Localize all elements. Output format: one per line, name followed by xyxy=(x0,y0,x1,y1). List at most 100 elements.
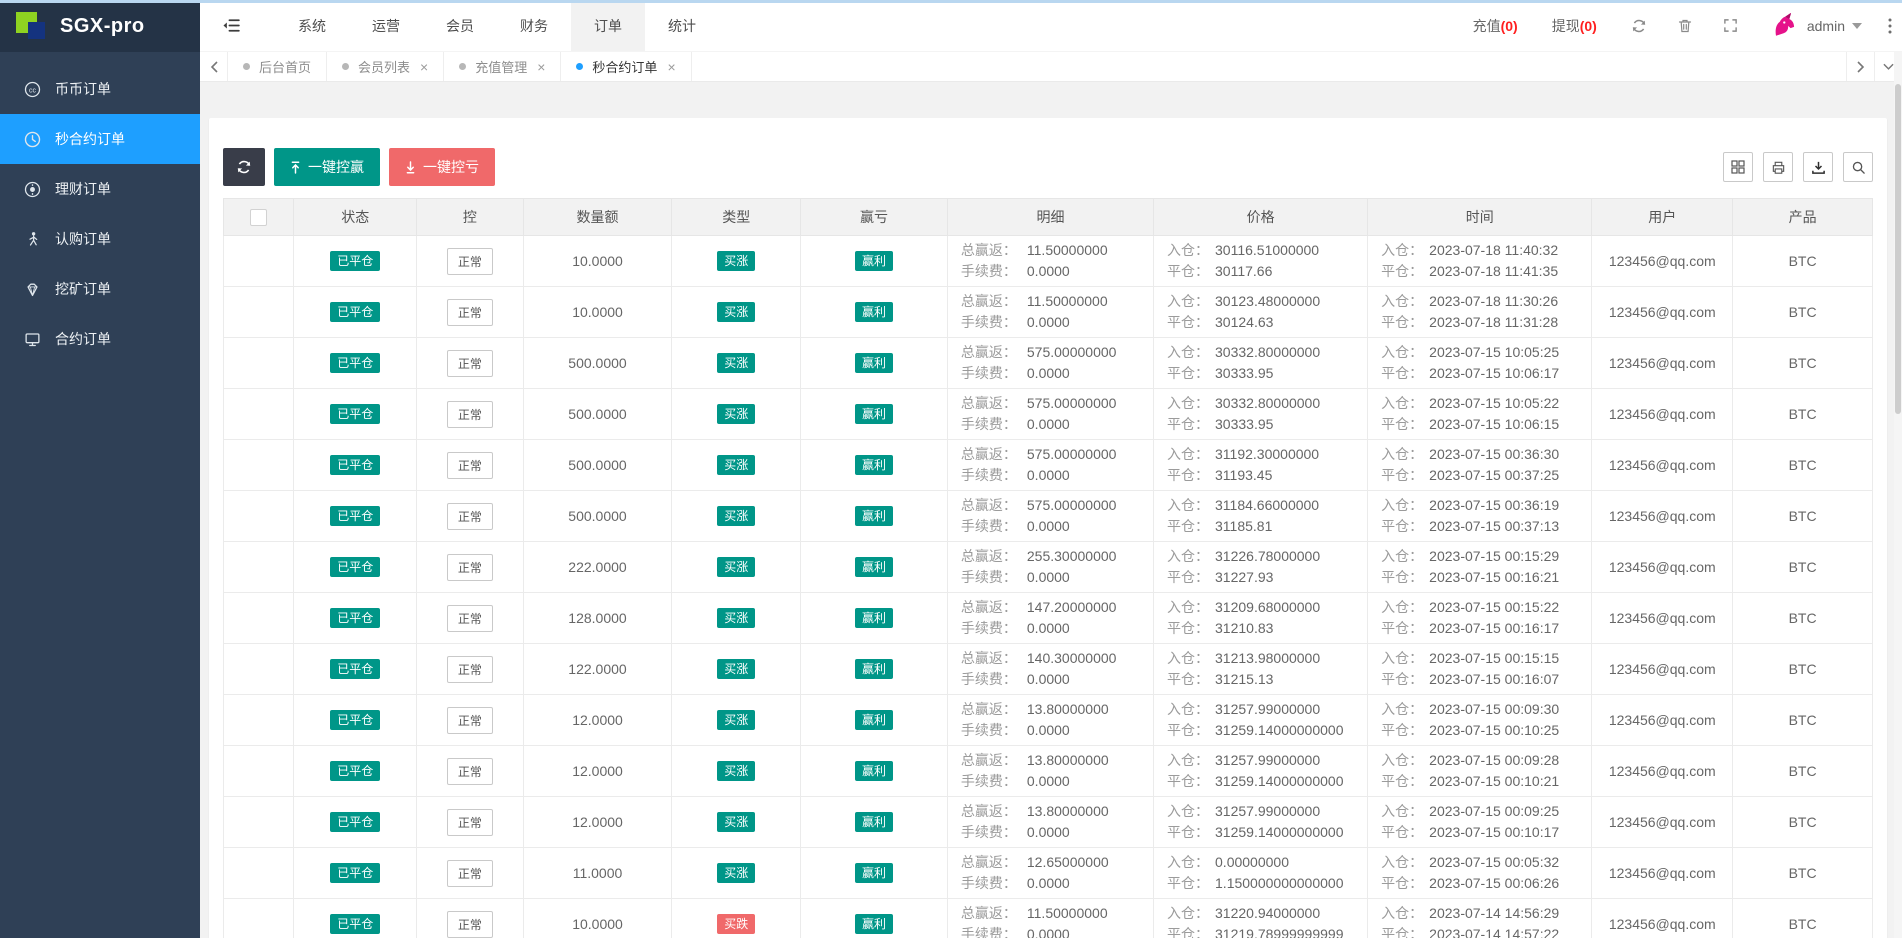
avatar[interactable] xyxy=(1768,11,1798,41)
control-button[interactable]: 正常 xyxy=(447,503,493,530)
control-button[interactable]: 正常 xyxy=(447,605,493,632)
status-cell: 已平仓 xyxy=(294,287,417,338)
col-header-checkbox xyxy=(224,199,294,236)
withdraw-link[interactable]: 提现(0) xyxy=(1552,16,1597,36)
topnav-item-finance[interactable]: 财务 xyxy=(497,0,571,51)
status-badge: 已平仓 xyxy=(330,455,380,475)
status-cell: 已平仓 xyxy=(294,542,417,593)
tab-member-list[interactable]: 会员列表× xyxy=(327,52,444,81)
monitor-icon xyxy=(24,331,41,348)
sidebar-item-label: 秒合约订单 xyxy=(55,129,125,149)
tabs-scroll-left-icon[interactable] xyxy=(200,52,228,81)
detail-cell: 总赢返：13.80000000手续费：0.0000 xyxy=(947,797,1153,848)
control-button[interactable]: 正常 xyxy=(447,248,493,275)
tab-close-icon[interactable]: × xyxy=(420,60,428,74)
row-select-cell xyxy=(224,848,294,899)
control-button[interactable]: 正常 xyxy=(447,452,493,479)
control-button[interactable]: 正常 xyxy=(447,707,493,734)
scrollbar-thumb[interactable] xyxy=(1895,84,1901,414)
tabs-scroll-right-icon[interactable] xyxy=(1846,52,1874,81)
sidebar-item-second-contract-order[interactable]: 秒合约订单 xyxy=(0,114,200,164)
topnav-item-stat[interactable]: 统计 xyxy=(645,0,719,51)
tab-status-dot xyxy=(576,63,583,70)
detail-cell: 总赢返：255.30000000手续费：0.0000 xyxy=(947,542,1153,593)
type-cell: 买涨 xyxy=(672,542,801,593)
tab-label: 秒合约订单 xyxy=(592,57,657,76)
topnav-item-system[interactable]: 系统 xyxy=(275,0,349,51)
type-badge: 买涨 xyxy=(717,404,755,424)
time-cell: 入仓：2023-07-18 11:40:32平仓：2023-07-18 11:4… xyxy=(1368,236,1592,287)
control-button[interactable]: 正常 xyxy=(447,401,493,428)
control-button[interactable]: 正常 xyxy=(447,809,493,836)
product-cell: BTC xyxy=(1733,695,1873,746)
trash-icon[interactable] xyxy=(1677,18,1693,34)
user-cell: 123456@qq.com xyxy=(1592,338,1733,389)
status-cell: 已平仓 xyxy=(294,695,417,746)
status-cell: 已平仓 xyxy=(294,848,417,899)
product-cell: BTC xyxy=(1733,797,1873,848)
tab-label: 后台首页 xyxy=(259,57,311,76)
control-button[interactable]: 正常 xyxy=(447,350,493,377)
page-scrollbar[interactable] xyxy=(1894,52,1902,938)
control-button[interactable]: 正常 xyxy=(447,299,493,326)
status-cell: 已平仓 xyxy=(294,338,417,389)
control-button[interactable]: 正常 xyxy=(447,656,493,683)
refresh-table-button[interactable] xyxy=(223,148,265,186)
select-all-checkbox[interactable] xyxy=(250,209,267,226)
sidebar-item-subscribe-order[interactable]: 认购订单 xyxy=(0,214,200,264)
admin-menu[interactable]: admin xyxy=(1807,18,1862,34)
sidebar: SGX-pro cc币币订单秒合约订单理财订单认购订单挖矿订单合约订单 xyxy=(0,0,200,938)
control-button[interactable]: 正常 xyxy=(447,758,493,785)
filter-columns-button[interactable] xyxy=(1723,152,1753,182)
control-button[interactable]: 正常 xyxy=(447,554,493,581)
caret-down-icon xyxy=(1852,23,1862,29)
refresh-icon[interactable] xyxy=(1631,18,1647,34)
sidebar-item-finance-order[interactable]: 理财订单 xyxy=(0,164,200,214)
product-cell: BTC xyxy=(1733,338,1873,389)
user-cell: 123456@qq.com xyxy=(1592,287,1733,338)
more-vertical-icon[interactable] xyxy=(1888,18,1892,34)
control-cell: 正常 xyxy=(417,848,524,899)
user-cell: 123456@qq.com xyxy=(1592,848,1733,899)
amount-cell: 500.0000 xyxy=(523,491,672,542)
topnav-item-order[interactable]: 订单 xyxy=(571,0,645,51)
row-select-cell xyxy=(224,440,294,491)
sidebar-item-mining-order[interactable]: 挖矿订单 xyxy=(0,264,200,314)
recharge-label: 充值 xyxy=(1473,18,1501,34)
result-cell: 赢利 xyxy=(801,440,948,491)
control-button[interactable]: 正常 xyxy=(447,860,493,887)
sidebar-item-contract-order[interactable]: 合约订单 xyxy=(0,314,200,364)
user-cell: 123456@qq.com xyxy=(1592,440,1733,491)
col-header-4: 类型 xyxy=(672,199,801,236)
print-button[interactable] xyxy=(1763,152,1793,182)
sidebar-item-coin-order[interactable]: cc币币订单 xyxy=(0,64,200,114)
tab-home[interactable]: 后台首页 xyxy=(228,52,327,81)
result-badge: 赢利 xyxy=(855,506,893,526)
tab-recharge-manage[interactable]: 充值管理× xyxy=(444,52,561,81)
amount-cell: 500.0000 xyxy=(523,338,672,389)
amount-cell: 12.0000 xyxy=(523,695,672,746)
status-badge: 已平仓 xyxy=(330,659,380,679)
control-button[interactable]: 正常 xyxy=(447,911,493,938)
tab-close-icon[interactable]: × xyxy=(667,60,675,74)
tab-second-contract-order[interactable]: 秒合约订单 × xyxy=(561,52,691,81)
product-cell: BTC xyxy=(1733,899,1873,938)
tab-close-icon[interactable]: × xyxy=(537,60,545,74)
type-cell: 买涨 xyxy=(672,236,801,287)
fullscreen-icon[interactable] xyxy=(1723,18,1738,33)
topnav-item-member[interactable]: 会员 xyxy=(423,0,497,51)
topnav-item-operation[interactable]: 运营 xyxy=(349,0,423,51)
control-cell: 正常 xyxy=(417,746,524,797)
recharge-link[interactable]: 充值(0) xyxy=(1473,16,1518,36)
search-button[interactable] xyxy=(1843,152,1873,182)
result-cell: 赢利 xyxy=(801,593,948,644)
force-lose-button[interactable]: 一键控亏 xyxy=(389,148,495,186)
export-button[interactable] xyxy=(1803,152,1833,182)
detail-cell: 总赢返：147.20000000手续费：0.0000 xyxy=(947,593,1153,644)
force-win-button[interactable]: 一键控赢 xyxy=(274,148,380,186)
price-cell: 入仓：31257.99000000平仓：31259.14000000000 xyxy=(1154,797,1368,848)
sidebar-collapse-icon[interactable] xyxy=(200,0,259,51)
printer-icon xyxy=(1771,160,1786,175)
price-cell: 入仓：30116.51000000平仓：30117.66 xyxy=(1154,236,1368,287)
tab-bar: 后台首页会员列表×充值管理× 秒合约订单 × xyxy=(200,52,1902,82)
